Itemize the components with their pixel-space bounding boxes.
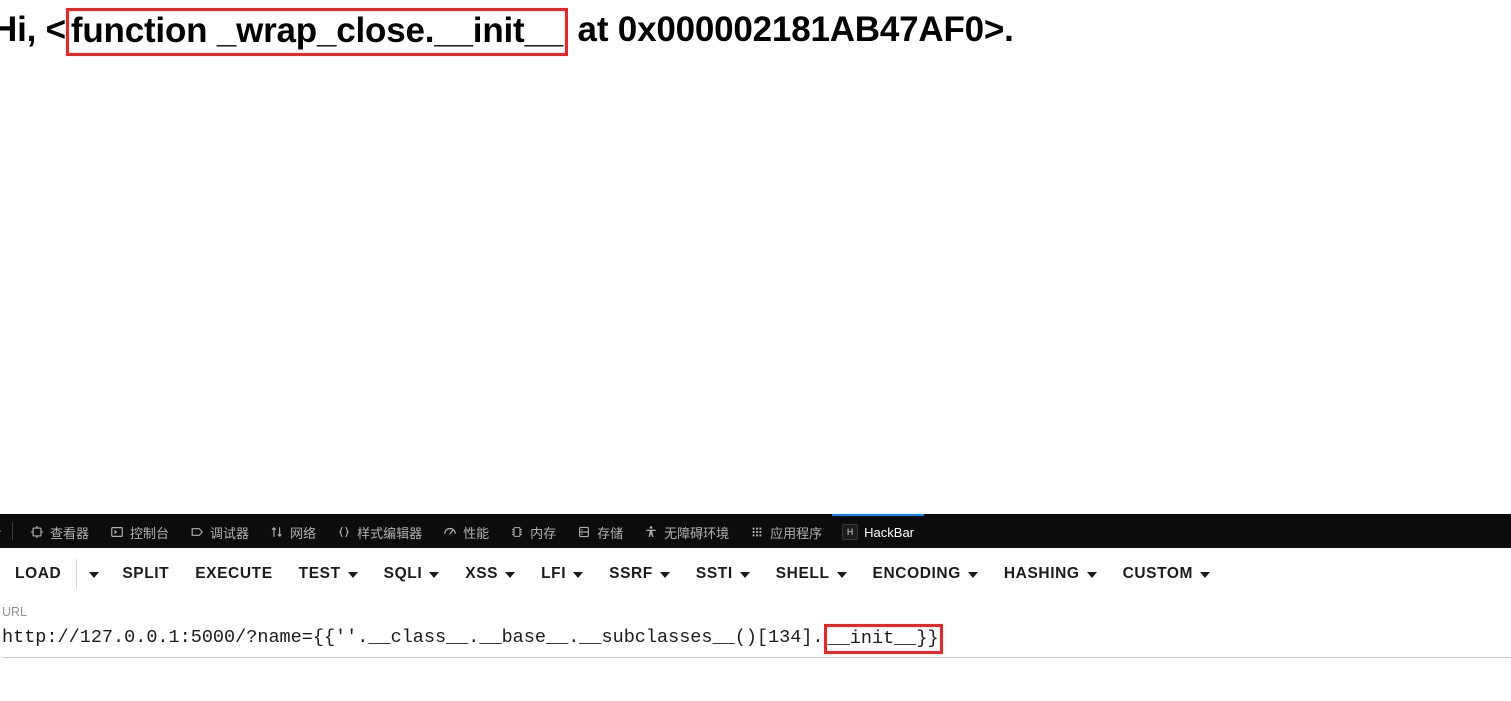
load-divider [76, 559, 78, 589]
test-button-label: TEST [298, 565, 341, 582]
url-field-underline [2, 657, 1511, 658]
chevron-down-icon [1086, 572, 1097, 578]
debugger-icon [189, 525, 204, 540]
devtools-tab-performance[interactable]: 性能 [432, 514, 499, 548]
devtools-tab-label: 存储 [597, 525, 624, 541]
hackbar-action-bar: LOAD SPLIT EXECUTE TEST SQLI XSS LFI SSR… [0, 548, 1511, 600]
devtools-tab-label: HackBar [864, 524, 915, 540]
sqli-button[interactable]: SQLI [371, 559, 453, 589]
hashing-button-label: HASHING [1003, 565, 1080, 582]
url-highlight-box: __init__}} [823, 624, 943, 654]
performance-icon [442, 525, 457, 540]
browser-page-content: Hi, < function _wrap_close.__init__ at 0x… [0, 0, 1511, 514]
devtools-tab-list: 查看器 控制台 调试器 网络 样式编辑器 性能 内存 存储 无障碍环境 应用程序… [19, 514, 1511, 547]
test-button[interactable]: TEST [286, 559, 371, 589]
greeting-prefix: Hi, < [0, 10, 66, 49]
hackbar-panel: LOAD SPLIT EXECUTE TEST SQLI XSS LFI SSR… [0, 548, 1511, 701]
chevron-down-icon [89, 572, 100, 578]
sqli-button-label: SQLI [383, 565, 423, 582]
devtools-tab-memory[interactable]: 内存 [499, 514, 566, 548]
devtools-tab-label: 控制台 [130, 525, 170, 541]
custom-button-label: CUSTOM [1122, 565, 1194, 582]
devtools-tab-label: 调试器 [210, 525, 250, 541]
url-value-prefix: http://127.0.0.1:5000/?name={{''.__class… [2, 627, 824, 648]
greeting-suffix: at 0x000002181AB47AF0>. [568, 10, 1014, 49]
execute-button-label: EXECUTE [195, 565, 273, 582]
devtools-tab-label: 内存 [530, 525, 557, 541]
load-button-label: LOAD [15, 565, 62, 582]
split-button-label: SPLIT [122, 565, 170, 582]
style-editor-icon [336, 525, 351, 540]
devtools-tab-label: 网络 [290, 525, 317, 541]
url-input[interactable]: http://127.0.0.1:5000/?name={{''.__class… [2, 623, 1509, 654]
lfi-button-label: LFI [541, 565, 567, 582]
chevron-down-icon [836, 572, 847, 578]
inspector-icon [29, 525, 44, 540]
devtools-toolbar-left [0, 514, 19, 547]
ssti-button[interactable]: SSTI [683, 559, 763, 589]
encoding-button-label: ENCODING [872, 565, 961, 582]
memory-icon [509, 525, 524, 540]
page-greeting-text: Hi, < function _wrap_close.__init__ at 0x… [0, 6, 1014, 56]
devtools-tab-label: 性能 [463, 525, 490, 541]
devtools-tab-hackbar[interactable]: H HackBar [832, 514, 925, 548]
execute-button[interactable]: EXECUTE [182, 559, 285, 589]
ssti-button-label: SSTI [695, 565, 733, 582]
lfi-button[interactable]: LFI [528, 559, 596, 589]
ssrf-button-label: SSRF [609, 565, 653, 582]
devtools-tab-console[interactable]: 控制台 [99, 514, 179, 548]
devtools-tab-accessibility[interactable]: 无障碍环境 [633, 514, 739, 548]
chevron-down-icon [659, 572, 670, 578]
encoding-button[interactable]: ENCODING [860, 559, 991, 589]
console-icon [109, 525, 124, 540]
chevron-down-icon [967, 572, 978, 578]
hackbar-icon: H [842, 524, 859, 540]
element-picker-icon[interactable] [0, 514, 5, 548]
chevron-down-icon [1200, 572, 1211, 578]
chevron-down-icon [505, 572, 516, 578]
network-icon [269, 525, 284, 540]
ssrf-button[interactable]: SSRF [596, 559, 683, 589]
accessibility-icon [643, 525, 658, 540]
devtools-tab-network[interactable]: 网络 [259, 514, 326, 548]
chevron-down-icon [347, 572, 358, 578]
devtools-tab-inspector[interactable]: 查看器 [19, 514, 99, 548]
devtools-tab-application[interactable]: 应用程序 [739, 514, 832, 548]
devtools-tab-label: 样式编辑器 [357, 525, 423, 541]
storage-icon [576, 525, 591, 540]
greeting-highlight-box: function _wrap_close.__init__ [65, 8, 569, 56]
devtools-tab-debugger[interactable]: 调试器 [179, 514, 259, 548]
devtools-tab-storage[interactable]: 存储 [566, 514, 633, 548]
custom-button[interactable]: CUSTOM [1110, 559, 1223, 589]
screenshot-root: Hi, < function _wrap_close.__init__ at 0x… [0, 0, 1511, 701]
devtools-tab-style-editor[interactable]: 样式编辑器 [326, 514, 432, 548]
shell-button[interactable]: SHELL [763, 559, 860, 589]
xss-button[interactable]: XSS [452, 559, 528, 589]
chevron-down-icon [739, 572, 750, 578]
application-icon [749, 525, 764, 540]
split-button[interactable]: SPLIT [109, 559, 182, 589]
chevron-down-icon [573, 572, 584, 578]
load-dropdown-button[interactable] [79, 565, 109, 583]
load-button[interactable]: LOAD [2, 559, 74, 589]
url-field-label: URL [2, 605, 28, 619]
devtools-tab-label: 查看器 [50, 525, 90, 541]
devtools-tab-label: 应用程序 [770, 525, 823, 541]
devtools-toolbar: 查看器 控制台 调试器 网络 样式编辑器 性能 内存 存储 无障碍环境 应用程序… [0, 514, 1511, 548]
shell-button-label: SHELL [775, 565, 830, 582]
devtools-tab-label: 无障碍环境 [664, 525, 730, 541]
toolbar-divider [12, 521, 13, 540]
hashing-button[interactable]: HASHING [991, 559, 1110, 589]
xss-button-label: XSS [465, 565, 499, 582]
url-field-group: URL http://127.0.0.1:5000/?name={{''.__c… [0, 604, 1511, 658]
chevron-down-icon [429, 572, 440, 578]
